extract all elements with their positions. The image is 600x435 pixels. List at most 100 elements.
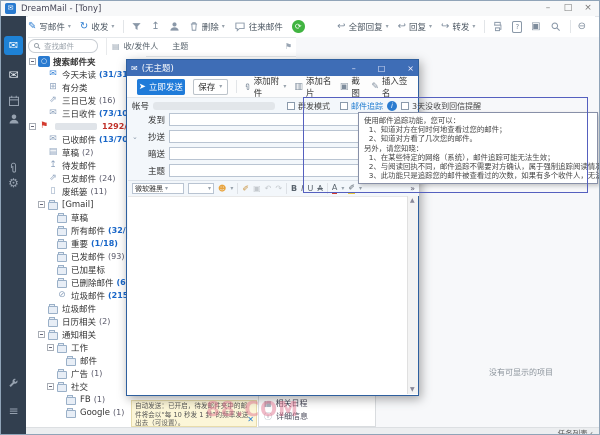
chevron-down-icon: ▾ [283, 83, 286, 90]
move-top-button[interactable]: ↥ [151, 22, 159, 32]
expander-icon[interactable] [29, 58, 36, 65]
send-plane-icon: ➤ [139, 82, 146, 92]
collapse-toolbar-button[interactable]: ⊖ [578, 22, 586, 32]
save-button[interactable]: 保存▾ [193, 79, 228, 95]
contacts-section-icon[interactable] [1, 110, 26, 129]
send-receive-button[interactable]: ↻ 收发▾ [80, 21, 114, 33]
editor-scrollbar[interactable]: ▲ ▼ [407, 196, 418, 394]
reply-button[interactable]: ↩ 回复▾ [398, 21, 432, 33]
add-card-button[interactable]: ▥ 添加名片 [294, 75, 331, 99]
chevron-down-icon: ▾ [208, 185, 211, 192]
expander-icon[interactable] [38, 331, 45, 338]
format-painter-button[interactable]: ✐ [242, 184, 249, 193]
mass-mode-checkbox[interactable]: 群发模式 [287, 101, 330, 112]
account-label: 帐号 [132, 100, 149, 112]
folder-label: [Gmail] [62, 200, 93, 210]
tooltip-line: 1、在某些特定的网络（系统），邮件追踪可能无法生效； [364, 153, 592, 162]
folder-label: 已加星标 [71, 264, 105, 276]
expander-icon[interactable] [29, 123, 36, 130]
folder-label: 草稿 [62, 147, 79, 159]
cc-chevron-icon[interactable]: ⌄ [132, 133, 138, 141]
folder-icon [47, 134, 59, 145]
chevron-down-icon: ▾ [472, 23, 475, 30]
checkbox-icon[interactable] [340, 102, 348, 110]
settings-section-icon[interactable]: ⚙ [1, 176, 26, 190]
compose-minimize-button[interactable]: – [352, 64, 356, 73]
font-size-select[interactable]: ▾ [188, 183, 214, 194]
no-reply-reminder-checkbox[interactable]: 3天没收到回信提醒 [401, 101, 481, 112]
tools-icon[interactable] [1, 374, 26, 393]
compose-close-button[interactable]: × [407, 64, 414, 73]
redo-button[interactable]: ↷ [275, 184, 282, 193]
checkbox-icon[interactable] [287, 102, 295, 110]
forward-button[interactable]: ↪ 转发▾ [441, 21, 475, 33]
message-body-editor[interactable] [128, 196, 407, 395]
folder-count: (93) [108, 252, 124, 261]
more-tools-button[interactable]: » [410, 184, 415, 193]
search-mail-button[interactable] [550, 21, 561, 32]
account-sync-status-icon[interactable]: ⟳ [292, 20, 305, 33]
folder-label: 草稿 [71, 212, 88, 224]
underline-button[interactable]: U [308, 184, 314, 193]
tooltip-line: 2、与阅读回执不同，邮件追踪不需要对方确认，属于强制追踪阅读情况； [364, 162, 592, 171]
folder-count: (11) [91, 187, 107, 196]
flag-column-icon[interactable]: ⚑ [285, 42, 292, 51]
folder-icon [56, 238, 68, 249]
mail-tracking-checkbox[interactable]: 邮件追踪 [340, 101, 383, 112]
insert-signature-button[interactable]: ✎ 插入签名 [371, 75, 408, 99]
strikethrough-button[interactable]: A [317, 184, 322, 193]
font-select[interactable]: 微软雅黑▾ [132, 183, 184, 194]
folder-icon [56, 251, 68, 262]
expander-icon[interactable] [47, 383, 54, 390]
print-button[interactable] [492, 21, 503, 32]
search-input[interactable]: 查找邮件 [28, 39, 98, 53]
menu-icon[interactable]: ≡ [1, 404, 26, 418]
scroll-down-icon[interactable]: ▼ [410, 386, 415, 393]
reply-all-button[interactable]: ↩ 全部回复▾ [337, 21, 388, 33]
window-title: DreamMail - [Tony] [21, 4, 101, 14]
screenshot-icon: ▣ [340, 82, 349, 92]
paste-button[interactable]: ▣ [253, 184, 261, 193]
bold-button[interactable]: B [291, 184, 297, 193]
checkbox-icon[interactable] [401, 102, 409, 110]
scroll-up-icon[interactable]: ▲ [410, 197, 415, 204]
mail-section-icon[interactable]: ✉ [1, 68, 26, 82]
minimize-button[interactable]: – [539, 2, 557, 14]
highlight-color-button[interactable]: ✐ [348, 183, 355, 194]
folder-item[interactable]: Google (1) [26, 406, 146, 419]
emoji-button[interactable]: ☻ [218, 184, 226, 193]
write-icon: ✎ [28, 22, 36, 32]
add-contact-button[interactable] [169, 21, 180, 32]
send-now-button[interactable]: ➤ 立即发送 [137, 79, 185, 95]
picture-button[interactable]: ▣ [531, 22, 540, 32]
delete-button[interactable]: 删除▾ [189, 21, 225, 33]
maximize-button[interactable]: □ [559, 2, 577, 14]
chevron-down-icon: ▾ [165, 185, 168, 192]
expander-icon[interactable] [47, 344, 54, 351]
tooltip-line: 3、此功能只是追踪您的邮件被查看过的次数，如果有多个收件人，无法确定哪个收件人 [364, 171, 592, 180]
compose-quick-button[interactable]: ✉ [4, 36, 23, 55]
calendar-section-icon[interactable] [1, 92, 26, 111]
compose-maximize-button[interactable]: □ [378, 64, 386, 73]
toolbar-separator [286, 183, 287, 194]
screenshot-button[interactable]: ▣ 截图 [340, 75, 363, 99]
folder-label: 日历相关 [62, 316, 96, 328]
account-value-redacted[interactable] [153, 102, 275, 110]
info-icon[interactable]: i [387, 101, 397, 111]
task-list-toggle[interactable]: 任务列表 ‹ [558, 428, 593, 435]
chevron-down-icon: ▾ [230, 185, 233, 192]
write-mail-button[interactable]: ✎ 写邮件▾ [28, 21, 71, 33]
folder-icon [56, 212, 68, 223]
column-subject[interactable]: 主题 [172, 41, 188, 52]
column-sender[interactable]: 收/发件人 [124, 41, 159, 52]
help-button[interactable]: ? [512, 21, 522, 33]
expander-icon[interactable] [38, 201, 45, 208]
font-color-button[interactable]: A [332, 183, 337, 194]
add-attachment-button[interactable]: 添加附件▾ [244, 75, 287, 99]
italic-button[interactable]: I [301, 184, 303, 193]
undo-button[interactable]: ↶ [265, 184, 272, 193]
chevron-down-icon: ▾ [111, 23, 114, 30]
close-button[interactable]: × [579, 2, 597, 14]
correspondence-button[interactable]: 往来邮件 [234, 21, 283, 33]
filter-button[interactable] [131, 21, 142, 32]
